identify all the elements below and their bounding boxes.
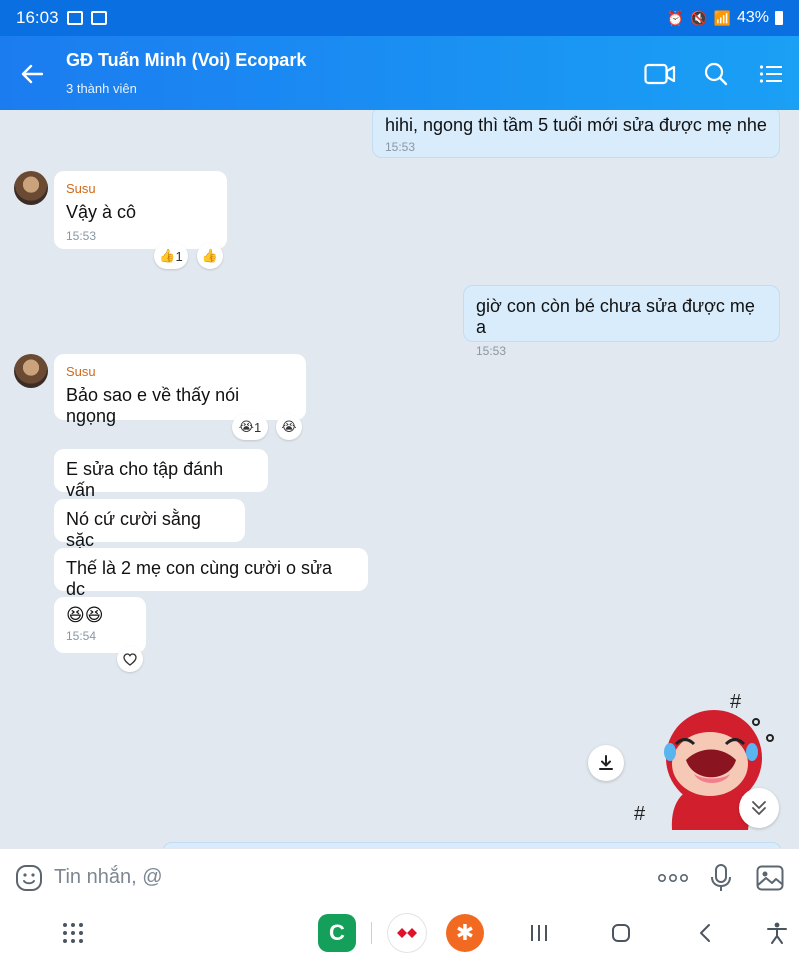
- message-time: 15:54: [66, 629, 97, 643]
- chat-title[interactable]: GĐ Tuấn Minh (Voi) Ecopark: [66, 50, 306, 71]
- sender-name: Susu: [66, 181, 96, 196]
- message-text: 😆😆: [66, 605, 104, 625]
- back-icon[interactable]: [686, 914, 724, 952]
- react-button[interactable]: 😭: [276, 414, 302, 440]
- video-call-icon[interactable]: [644, 58, 676, 90]
- message-list[interactable]: hihi, ngong thì tầm 5 tuổi mới sửa được …: [0, 110, 799, 848]
- c-app-icon[interactable]: C: [318, 914, 356, 952]
- laughing-crying-icon: 😭: [238, 419, 254, 434]
- image-icon[interactable]: [755, 863, 785, 893]
- scroll-to-bottom-button[interactable]: [739, 788, 779, 828]
- avatar[interactable]: [14, 171, 48, 205]
- wifi-icon: 📶: [713, 9, 731, 26]
- divider: [371, 922, 372, 944]
- message-bubble-outgoing[interactable]: hihi, ngong thì tầm 5 tuổi mới sửa được …: [372, 110, 780, 158]
- message-bubble-incoming[interactable]: 😆😆 15:54: [54, 597, 146, 653]
- reaction-summary[interactable]: 👍 1: [154, 243, 188, 269]
- download-icon: [599, 755, 613, 770]
- status-time: 16:03: [16, 8, 59, 27]
- message-text: giờ con còn bé chưa sửa được mẹ a: [476, 296, 755, 337]
- emoji-icon[interactable]: [14, 863, 44, 893]
- check-icon: [90, 11, 107, 25]
- battery-icon: [775, 11, 783, 25]
- message-text: Vậy à cô: [66, 202, 137, 222]
- chat-header: GĐ Tuấn Minh (Voi) Ecopark 3 thành viên: [0, 36, 799, 110]
- battery-level: 43%: [736, 9, 769, 26]
- back-arrow-icon[interactable]: [18, 60, 46, 88]
- message-time: 15:53: [66, 229, 97, 243]
- app-grid-icon[interactable]: [54, 914, 92, 952]
- member-count[interactable]: 3 thành viên: [66, 81, 137, 96]
- message-bubble-incoming[interactable]: Susu Bảo sao e về thấy nói ngọng: [54, 354, 306, 426]
- thumbs-up-icon: 👍: [159, 248, 176, 263]
- composer: Tin nhắn, @: [0, 848, 799, 906]
- home-icon[interactable]: [602, 914, 640, 952]
- sender-name: Susu: [66, 364, 96, 379]
- message-bubble-incoming[interactable]: Susu Vậy à cô 15:53: [54, 171, 227, 249]
- red-app-icon[interactable]: [388, 914, 426, 952]
- more-options-icon[interactable]: [656, 863, 690, 893]
- mute-icon: 🔇: [690, 9, 708, 26]
- laughing-crying-icon: 😭: [281, 419, 297, 434]
- reaction-count: 1: [253, 419, 262, 435]
- thumbs-up-icon: 👍: [201, 248, 219, 263]
- message-time: 15:53: [385, 140, 416, 154]
- avatar[interactable]: [14, 354, 48, 388]
- svg-text:#: #: [634, 803, 646, 825]
- message-text: Nó cứ cười sằng sặc: [66, 509, 201, 550]
- message-input[interactable]: Tin nhắn, @: [54, 866, 163, 889]
- message-bubble-outgoing[interactable]: giờ con còn bé chưa sửa được mẹ a 15:53: [463, 285, 780, 358]
- react-button[interactable]: 👍: [197, 243, 223, 269]
- search-icon[interactable]: [700, 58, 732, 90]
- message-text: hihi, ngong thì tầm 5 tuổi mới sửa được …: [385, 115, 767, 135]
- recent-apps-icon[interactable]: [520, 914, 558, 952]
- gallery-icon: [66, 11, 83, 25]
- message-time: 15:53: [476, 344, 507, 358]
- menu-list-icon[interactable]: [755, 58, 787, 90]
- message-text: E sửa cho tập đánh vấn: [66, 459, 224, 500]
- alarm-icon: ⏰: [666, 9, 685, 26]
- double-chevron-down-icon: [752, 801, 766, 815]
- message-bubble-incoming[interactable]: E sửa cho tập đánh vấn: [54, 449, 268, 500]
- message-text: Thế là 2 mẹ con cùng cười o sửa dc: [66, 558, 333, 599]
- status-bar: 16:03 ⏰ 🔇 📶 43%: [0, 0, 799, 36]
- heart-react-button[interactable]: [117, 646, 143, 672]
- message-bubble-incoming[interactable]: Thế là 2 mẹ con cùng cười o sửa dc: [54, 548, 368, 599]
- system-nav-bar: C ✱: [0, 906, 799, 960]
- accessibility-icon[interactable]: [758, 914, 796, 952]
- message-bubble-incoming[interactable]: Nó cứ cười sằng sặc: [54, 499, 245, 550]
- orange-app-icon[interactable]: ✱: [446, 914, 484, 952]
- reaction-count: 1: [175, 248, 183, 264]
- microphone-icon[interactable]: [706, 863, 736, 893]
- svg-text:#: #: [730, 691, 742, 713]
- download-button[interactable]: [588, 745, 624, 781]
- reaction-summary[interactable]: 😭 1: [232, 414, 268, 440]
